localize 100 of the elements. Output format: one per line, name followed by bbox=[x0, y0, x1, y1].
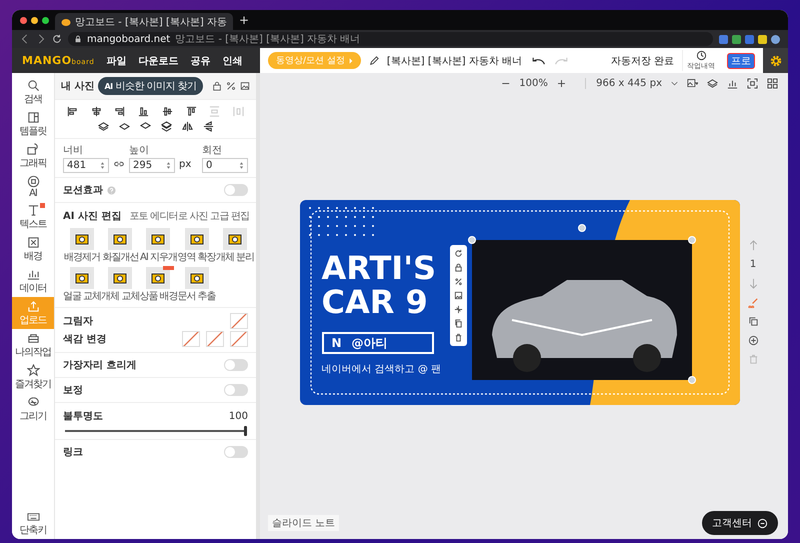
zoom-out-button[interactable]: − bbox=[501, 77, 510, 90]
close-window-icon[interactable] bbox=[20, 16, 27, 24]
document-title[interactable]: [복사본] [복사본] 자동차 배너 bbox=[386, 54, 522, 68]
forward-icon[interactable] bbox=[118, 121, 130, 132]
profile-avatar[interactable] bbox=[771, 34, 780, 44]
minimize-window-icon[interactable] bbox=[31, 16, 38, 24]
trash-icon[interactable] bbox=[454, 333, 462, 342]
ai-tool-button[interactable]: 영역 확장 bbox=[178, 228, 216, 264]
ai-tool-button[interactable]: 문서 추출 bbox=[178, 267, 216, 303]
color-swatch[interactable] bbox=[230, 331, 248, 347]
fit-screen-icon[interactable] bbox=[747, 78, 758, 89]
color-swatch[interactable] bbox=[206, 331, 224, 347]
resize-handle[interactable] bbox=[468, 236, 476, 244]
image-icon[interactable] bbox=[454, 291, 462, 300]
width-field[interactable]: 481 bbox=[63, 158, 109, 173]
lock-icon[interactable] bbox=[454, 263, 462, 272]
slide-notes-tab[interactable]: 슬라이드 노트 bbox=[268, 515, 340, 531]
ai-tool-button[interactable]: 얼굴 교체 bbox=[63, 267, 102, 303]
banner-design[interactable]: ARTI'S CAR 9 N @아티 네이버에서 검색하고 @ 팬 bbox=[300, 200, 740, 405]
lock-icon[interactable] bbox=[212, 81, 222, 91]
sidebar-item[interactable]: 템플릿 bbox=[12, 108, 54, 140]
add-icon[interactable] bbox=[748, 335, 758, 346]
photo-editor-link[interactable]: 포토 에디터로 사진 고급 편집 bbox=[129, 209, 250, 223]
percent-icon[interactable] bbox=[226, 81, 236, 91]
menu-item[interactable]: 공유 bbox=[190, 54, 210, 68]
layers-icon[interactable] bbox=[707, 78, 718, 89]
back-icon[interactable] bbox=[160, 121, 172, 132]
edge-blur-toggle[interactable] bbox=[224, 359, 248, 371]
undo-icon[interactable] bbox=[530, 56, 546, 66]
copy-icon[interactable] bbox=[748, 316, 758, 327]
sidebar-item[interactable]: AI bbox=[12, 172, 54, 201]
ai-tool-button[interactable]: 배경제거 bbox=[63, 228, 102, 264]
sidebar-item[interactable]: 데이터 bbox=[12, 265, 54, 297]
align-bottom-icon[interactable] bbox=[138, 106, 150, 117]
percent-icon[interactable] bbox=[454, 277, 462, 286]
menu-item[interactable]: 인쇄 bbox=[222, 54, 242, 68]
upload-icon bbox=[26, 300, 40, 313]
sidebar-item[interactable]: 즐겨찾기 bbox=[12, 361, 54, 393]
image-icon[interactable] bbox=[687, 78, 698, 89]
rotate-handle[interactable] bbox=[578, 224, 586, 232]
height-field[interactable]: 295 bbox=[129, 158, 175, 173]
align-middle-icon[interactable] bbox=[162, 106, 173, 117]
new-tab-button[interactable]: + bbox=[238, 13, 249, 27]
stepper-icon[interactable] bbox=[166, 161, 171, 170]
correction-toggle[interactable] bbox=[224, 384, 248, 396]
grid-icon[interactable] bbox=[767, 78, 778, 89]
flip-h-icon[interactable] bbox=[182, 121, 192, 132]
chevron-right-icon bbox=[348, 58, 353, 64]
zoom-in-button[interactable]: + bbox=[556, 77, 566, 90]
similar-image-button[interactable]: AI 비슷한 이미지 찾기 bbox=[98, 77, 203, 95]
ai-tool-button[interactable]: 개체 분리 bbox=[216, 228, 254, 264]
color-picker-icon[interactable] bbox=[748, 297, 758, 308]
car-photo-placeholder[interactable] bbox=[472, 240, 692, 380]
crop-icon[interactable] bbox=[454, 305, 462, 314]
height-label: 높이 bbox=[129, 144, 150, 157]
copy-icon[interactable] bbox=[454, 319, 462, 328]
ai-tool-button[interactable]: 화질개선 bbox=[101, 228, 140, 264]
menu-item[interactable]: 파일 bbox=[106, 54, 126, 68]
chain-link-icon[interactable] bbox=[113, 160, 125, 168]
rotation-field[interactable]: 0 bbox=[202, 158, 248, 173]
sidebar-item[interactable]: 텍스트 bbox=[12, 201, 54, 233]
align-left-icon[interactable] bbox=[67, 106, 78, 117]
chevron-down-icon[interactable] bbox=[671, 81, 678, 86]
sidebar-item[interactable]: 나의작업 bbox=[12, 329, 54, 361]
ai-tool-button[interactable]: AI 지우개 bbox=[139, 228, 178, 264]
sidebar-item[interactable]: 배경 bbox=[12, 233, 54, 265]
plan-badge[interactable]: 프로 bbox=[727, 52, 755, 68]
sidebar-item[interactable]: 그리기 bbox=[12, 393, 54, 425]
settings-icon[interactable] bbox=[770, 54, 782, 66]
stepper-icon[interactable] bbox=[100, 161, 105, 170]
stepper-icon[interactable] bbox=[239, 161, 244, 170]
naver-mark: N bbox=[332, 336, 342, 350]
ai-tool-button[interactable]: 상품 배경 bbox=[139, 267, 178, 303]
color-swatch[interactable] bbox=[182, 331, 200, 347]
customer-center-button[interactable]: 고객센터 bbox=[702, 511, 778, 535]
align-top-icon[interactable] bbox=[186, 106, 197, 117]
motion-effect-toggle[interactable] bbox=[224, 184, 248, 196]
shortcut-button[interactable]: 단축키 bbox=[12, 507, 54, 539]
sidebar-item[interactable]: 검색 bbox=[12, 76, 54, 108]
shadow-swatch[interactable] bbox=[230, 313, 248, 329]
browser-tab[interactable]: 망고보드 - [복사본] [복사본] 자동 bbox=[55, 13, 233, 30]
ai-icon bbox=[26, 175, 40, 188]
align-right-icon[interactable] bbox=[114, 106, 126, 117]
rotate-icon[interactable] bbox=[454, 249, 462, 258]
sidebar-item[interactable]: 그래픽 bbox=[12, 140, 54, 172]
backward-icon[interactable] bbox=[140, 121, 150, 132]
ai-tool-button[interactable]: 개체 교체 bbox=[101, 267, 140, 303]
chart-icon[interactable] bbox=[727, 78, 738, 89]
front-icon[interactable] bbox=[98, 121, 108, 132]
reload-icon[interactable] bbox=[52, 34, 62, 44]
canvas-size-dropdown[interactable]: 966 x 445 px bbox=[585, 78, 662, 89]
image-icon[interactable] bbox=[240, 81, 250, 91]
menu-item[interactable]: 다운로드 bbox=[138, 54, 178, 68]
address-bar[interactable]: mangoboard.net 망고보드 - [복사본] [복사본] 자동차 배너 bbox=[68, 32, 713, 46]
maximize-window-icon[interactable] bbox=[42, 16, 49, 24]
link-toggle[interactable] bbox=[224, 446, 248, 458]
pencil-icon[interactable] bbox=[368, 56, 379, 66]
align-center-icon[interactable] bbox=[90, 106, 102, 117]
flip-v-icon[interactable] bbox=[202, 121, 214, 132]
zoom-level[interactable]: 100% bbox=[519, 78, 548, 89]
